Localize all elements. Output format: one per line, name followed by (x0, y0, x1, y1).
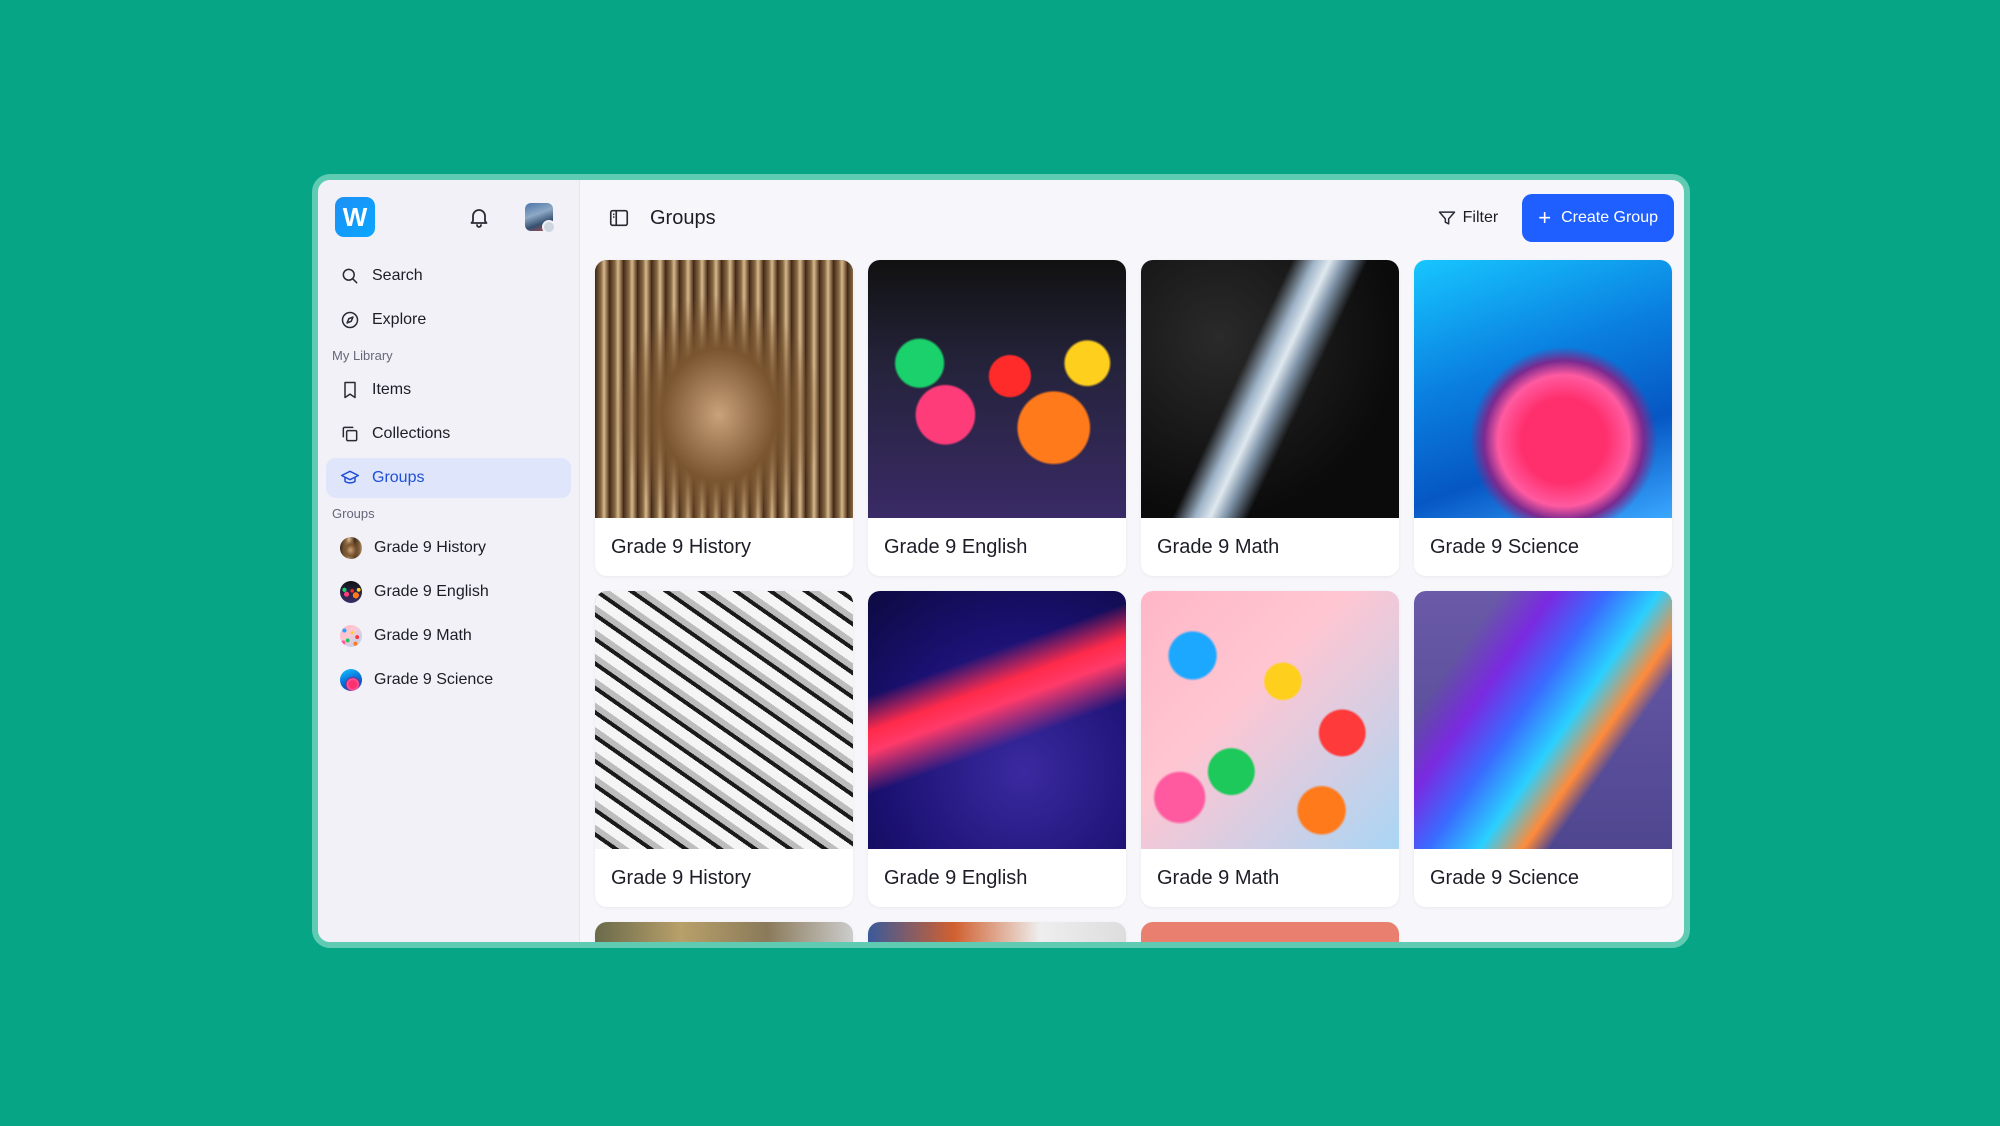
filter-button[interactable]: Filter (1437, 208, 1499, 228)
group-card[interactable]: Grade 9 Science (1414, 260, 1672, 576)
group-card-image (1141, 260, 1399, 518)
sidebar-group-grade-9-math[interactable]: Grade 9 Math (326, 616, 571, 656)
plus-icon: + (1538, 205, 1552, 230)
group-card[interactable]: Grade 9 Math (1141, 591, 1399, 907)
sidebar-group-label: Grade 9 Science (374, 671, 494, 688)
sidebar-group-grade-9-science[interactable]: Grade 9 Science (326, 660, 571, 700)
group-card-label: Grade 9 History (611, 866, 752, 889)
create-group-button[interactable]: + Create Group (1522, 194, 1674, 242)
sidebar-item-items[interactable]: Items (326, 370, 571, 410)
group-card-label: Grade 9 History (611, 535, 752, 558)
filter-icon (1438, 211, 1455, 225)
sidebar-group-grade-9-english[interactable]: Grade 9 English (326, 572, 571, 612)
group-card-partial[interactable] (595, 922, 853, 942)
group-card-label: Grade 9 Science (1430, 535, 1579, 558)
group-card-label: Grade 9 English (884, 535, 1028, 558)
sidebar-item-groups[interactable]: Groups (326, 458, 571, 498)
sidebar-item-collections[interactable]: Collections (326, 414, 571, 454)
group-card[interactable]: Grade 9 History (595, 260, 853, 576)
group-thumbnail (340, 625, 362, 647)
group-card[interactable]: Grade 9 English (868, 260, 1126, 576)
group-card[interactable]: Grade 9 History (595, 591, 853, 907)
graduation-cap-icon (340, 470, 360, 484)
top-bar: Groups Filter + Create Group (580, 188, 1684, 248)
app-logo[interactable]: W (335, 197, 375, 237)
sidebar-item-search[interactable]: Search (326, 256, 571, 296)
group-thumbnail (340, 669, 362, 691)
sidebar-group-label: Grade 9 Math (374, 627, 472, 644)
groups-grid: Grade 9 History Grade 9 English Grade 9 … (595, 260, 1672, 942)
group-card-partial[interactable] (1141, 922, 1399, 942)
group-card-label: Grade 9 Science (1430, 866, 1579, 889)
section-label-my-library: My Library (332, 348, 393, 363)
group-card-image (1141, 922, 1399, 942)
group-thumbnail (340, 537, 362, 559)
sidebar-group-label: Grade 9 English (374, 583, 489, 600)
group-card-label: Grade 9 English (884, 866, 1028, 889)
group-card-image (1141, 591, 1399, 849)
group-card-image (595, 922, 853, 942)
group-card-partial[interactable] (868, 922, 1126, 942)
bell-icon[interactable] (467, 205, 491, 229)
search-icon (342, 268, 358, 284)
sidebar-group-label: Grade 9 History (374, 539, 487, 556)
group-card-image (868, 260, 1126, 518)
group-card-image (595, 591, 853, 849)
sidebar-item-label: Search (372, 267, 423, 284)
group-card-image (1414, 260, 1672, 518)
group-thumbnail (340, 581, 362, 603)
filter-label: Filter (1462, 209, 1499, 226)
section-label-groups: Groups (332, 506, 375, 521)
sidebar: W Search Explore My Library Items Collec… (318, 180, 580, 942)
group-card-image (595, 260, 853, 518)
app-window: W Search Explore My Library Items Collec… (312, 174, 1690, 948)
group-card[interactable]: Grade 9 English (868, 591, 1126, 907)
sidebar-item-label: Collections (372, 425, 451, 442)
group-card[interactable]: Grade 9 Math (1141, 260, 1399, 576)
main-content: Groups Filter + Create Group Grade 9 His… (580, 180, 1684, 942)
compass-icon (341, 311, 359, 329)
group-card-image (1414, 591, 1672, 849)
create-group-label: Create Group (1561, 209, 1658, 226)
sidebar-item-explore[interactable]: Explore (326, 300, 571, 340)
group-card[interactable]: Grade 9 Science (1414, 591, 1672, 907)
sidebar-toggle-icon[interactable] (608, 207, 630, 229)
sidebar-header: W (326, 196, 571, 238)
group-card-image (868, 591, 1126, 849)
sidebar-item-label: Groups (372, 469, 425, 486)
bookmark-icon (344, 381, 356, 399)
user-avatar[interactable] (525, 203, 556, 234)
sidebar-item-label: Items (372, 381, 412, 398)
collections-icon (342, 426, 358, 442)
group-card-image (868, 922, 1126, 942)
sidebar-group-grade-9-history[interactable]: Grade 9 History (326, 528, 571, 568)
page-title: Groups (650, 206, 716, 229)
avatar-status-dot (542, 220, 556, 234)
sidebar-item-label: Explore (372, 311, 427, 328)
group-card-label: Grade 9 Math (1157, 535, 1280, 558)
group-card-label: Grade 9 Math (1157, 866, 1280, 889)
